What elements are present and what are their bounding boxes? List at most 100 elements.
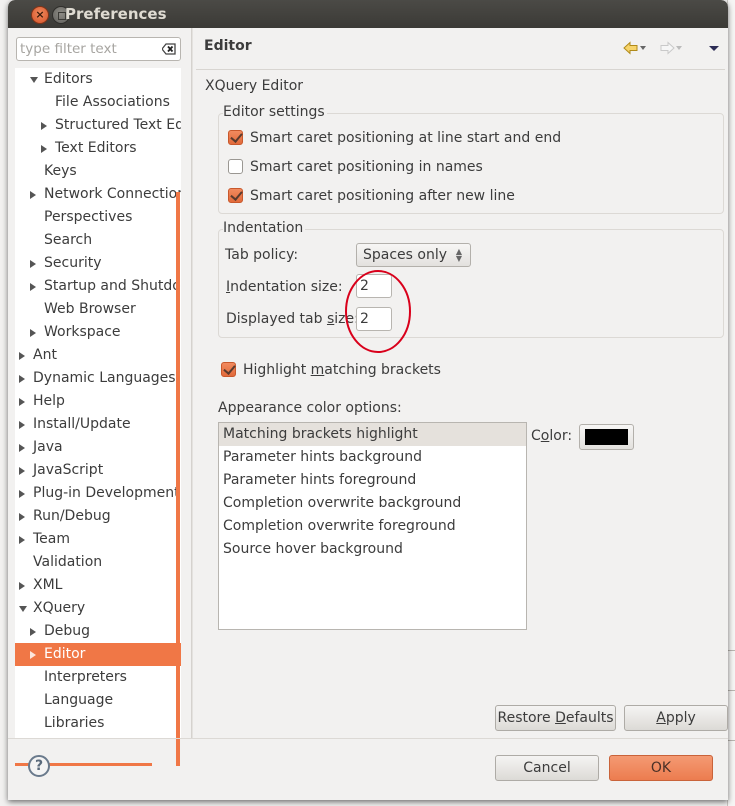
tree-item-network-connection[interactable]: Network Connection bbox=[15, 183, 181, 206]
tree-item-file-associations[interactable]: File Associations bbox=[15, 91, 181, 114]
tree-item-label: Help bbox=[33, 393, 65, 409]
collapsed-arrow-icon[interactable] bbox=[18, 459, 28, 482]
tree-item-label: Text Editors bbox=[55, 140, 137, 156]
tree-item-debug[interactable]: Debug bbox=[15, 620, 181, 643]
appearance-list-item[interactable]: Completion overwrite background bbox=[219, 492, 526, 515]
tree-item-structured-text-edi[interactable]: Structured Text Edi bbox=[15, 114, 181, 137]
tree-item-workspace[interactable]: Workspace bbox=[15, 321, 181, 344]
collapsed-arrow-icon[interactable] bbox=[40, 137, 50, 160]
tree-item-keys[interactable]: Keys bbox=[15, 160, 181, 183]
tree-item-javascript[interactable]: JavaScript bbox=[15, 459, 181, 482]
tree-item-plug-in-development[interactable]: Plug-in Development bbox=[15, 482, 181, 505]
appearance-list-item[interactable]: Parameter hints foreground bbox=[219, 469, 526, 492]
tree-item-editors[interactable]: Editors bbox=[15, 68, 181, 91]
indentation-size-input[interactable] bbox=[356, 274, 392, 298]
tree-item-xquery[interactable]: XQuery bbox=[15, 597, 181, 620]
title-bar: × Preferences bbox=[8, 0, 728, 28]
appearance-list-item[interactable]: Source hover background bbox=[219, 538, 526, 561]
background-window-edge bbox=[727, 0, 735, 806]
checkbox-label: Smart caret positioning in names bbox=[250, 159, 483, 175]
collapsed-arrow-icon[interactable] bbox=[18, 344, 28, 367]
tree-item-startup-and-shutdov[interactable]: Startup and Shutdov bbox=[15, 275, 181, 298]
expanded-arrow-icon[interactable] bbox=[18, 597, 28, 620]
tree-item-security[interactable]: Security bbox=[15, 252, 181, 275]
appearance-list-item[interactable]: Completion overwrite foreground bbox=[219, 515, 526, 538]
collapsed-arrow-icon[interactable] bbox=[29, 643, 39, 666]
tree-item-web-browser[interactable]: Web Browser bbox=[15, 298, 181, 321]
indentation-size-label: Indentation size: bbox=[226, 279, 343, 295]
collapsed-arrow-icon[interactable] bbox=[18, 482, 28, 505]
appearance-list-item[interactable]: Parameter hints background bbox=[219, 446, 526, 469]
tree-item-team[interactable]: Team bbox=[15, 528, 181, 551]
tree-item-xml[interactable]: XML bbox=[15, 574, 181, 597]
checkbox-indicator[interactable] bbox=[228, 188, 243, 203]
tree-item-label: Security bbox=[44, 255, 102, 271]
tree-item-install-update[interactable]: Install/Update bbox=[15, 413, 181, 436]
tree-item-label: Run/Debug bbox=[33, 508, 111, 524]
appearance-title: Appearance color options: bbox=[218, 400, 402, 416]
apply-button[interactable]: Apply bbox=[624, 705, 728, 731]
collapsed-arrow-icon[interactable] bbox=[18, 413, 28, 436]
collapsed-arrow-icon[interactable] bbox=[29, 275, 39, 298]
close-window-button[interactable]: × bbox=[31, 6, 49, 24]
preference-tree[interactable]: Editors File Associations Structured Text … bbox=[15, 68, 181, 738]
appearance-list-item[interactable]: Matching brackets highlight bbox=[219, 423, 526, 446]
tree-item-label: Ant bbox=[33, 347, 57, 363]
help-icon[interactable]: ? bbox=[28, 755, 50, 777]
clear-filter-icon[interactable] bbox=[162, 43, 176, 55]
checkbox-indicator[interactable] bbox=[228, 130, 243, 145]
collapsed-arrow-icon[interactable] bbox=[18, 436, 28, 459]
collapsed-arrow-icon[interactable] bbox=[29, 620, 39, 643]
tab-policy-select[interactable]: Spaces only ▲ ▼ bbox=[356, 243, 471, 267]
collapsed-arrow-icon[interactable] bbox=[18, 505, 28, 528]
tree-item-validation[interactable]: Validation bbox=[15, 551, 181, 574]
tree-item-label: XQuery bbox=[33, 600, 86, 616]
displayed-tab-size-input[interactable] bbox=[356, 307, 392, 331]
collapsed-arrow-icon[interactable] bbox=[29, 183, 39, 206]
checkbox-indicator[interactable] bbox=[221, 362, 236, 377]
collapsed-arrow-icon[interactable] bbox=[18, 574, 28, 597]
ok-button[interactable]: OK bbox=[609, 755, 713, 781]
tree-item-label: Libraries bbox=[44, 715, 105, 731]
collapsed-arrow-icon[interactable] bbox=[40, 114, 50, 137]
tree-item-label: Search bbox=[44, 232, 93, 248]
collapsed-arrow-icon[interactable] bbox=[18, 390, 28, 413]
collapsed-arrow-icon[interactable] bbox=[18, 367, 28, 390]
tree-item-label: Keys bbox=[44, 163, 77, 179]
view-menu-icon[interactable] bbox=[708, 40, 720, 56]
color-swatch bbox=[585, 429, 628, 445]
tree-item-editor[interactable]: Editor bbox=[15, 643, 181, 666]
tree-item-ant[interactable]: Ant bbox=[15, 344, 181, 367]
preferences-dialog: × Preferences Editors File Associations St… bbox=[8, 0, 728, 800]
tree-item-run-debug[interactable]: Run/Debug bbox=[15, 505, 181, 528]
tree-item-label: Workspace bbox=[44, 324, 121, 340]
tree-item-label: Interpreters bbox=[44, 669, 127, 685]
tree-item-libraries[interactable]: Libraries bbox=[15, 712, 181, 735]
restore-defaults-button[interactable]: Restore Defaults bbox=[495, 705, 616, 731]
tree-item-help[interactable]: Help bbox=[15, 390, 181, 413]
expanded-arrow-icon[interactable] bbox=[29, 68, 39, 91]
forward-arrow-icon[interactable] bbox=[659, 40, 685, 56]
tree-item-label: Validation bbox=[33, 554, 103, 570]
tree-item-dynamic-languages[interactable]: Dynamic Languages bbox=[15, 367, 181, 390]
back-arrow-icon[interactable] bbox=[623, 40, 649, 56]
window-title: Preferences bbox=[65, 5, 167, 23]
cancel-button[interactable]: Cancel bbox=[495, 755, 599, 781]
filter-box bbox=[16, 37, 181, 61]
collapsed-arrow-icon[interactable] bbox=[29, 252, 39, 275]
tree-item-perspectives[interactable]: Perspectives bbox=[15, 206, 181, 229]
color-label: Color: bbox=[531, 428, 573, 444]
tree-item-search[interactable]: Search bbox=[15, 229, 181, 252]
tree-vertical-scrollbar[interactable] bbox=[176, 192, 180, 766]
checkbox-indicator[interactable] bbox=[228, 159, 243, 174]
tab-policy-value: Spaces only bbox=[363, 247, 448, 263]
collapsed-arrow-icon[interactable] bbox=[29, 321, 39, 344]
color-picker-button[interactable] bbox=[579, 424, 634, 450]
tree-item-language[interactable]: Language bbox=[15, 689, 181, 712]
appearance-color-list[interactable]: Matching brackets highlight Parameter hin… bbox=[218, 422, 527, 630]
tree-item-java[interactable]: Java bbox=[15, 436, 181, 459]
tree-item-text-editors[interactable]: Text Editors bbox=[15, 137, 181, 160]
filter-input[interactable] bbox=[20, 39, 156, 59]
collapsed-arrow-icon[interactable] bbox=[18, 528, 28, 551]
tree-item-interpreters[interactable]: Interpreters bbox=[15, 666, 181, 689]
